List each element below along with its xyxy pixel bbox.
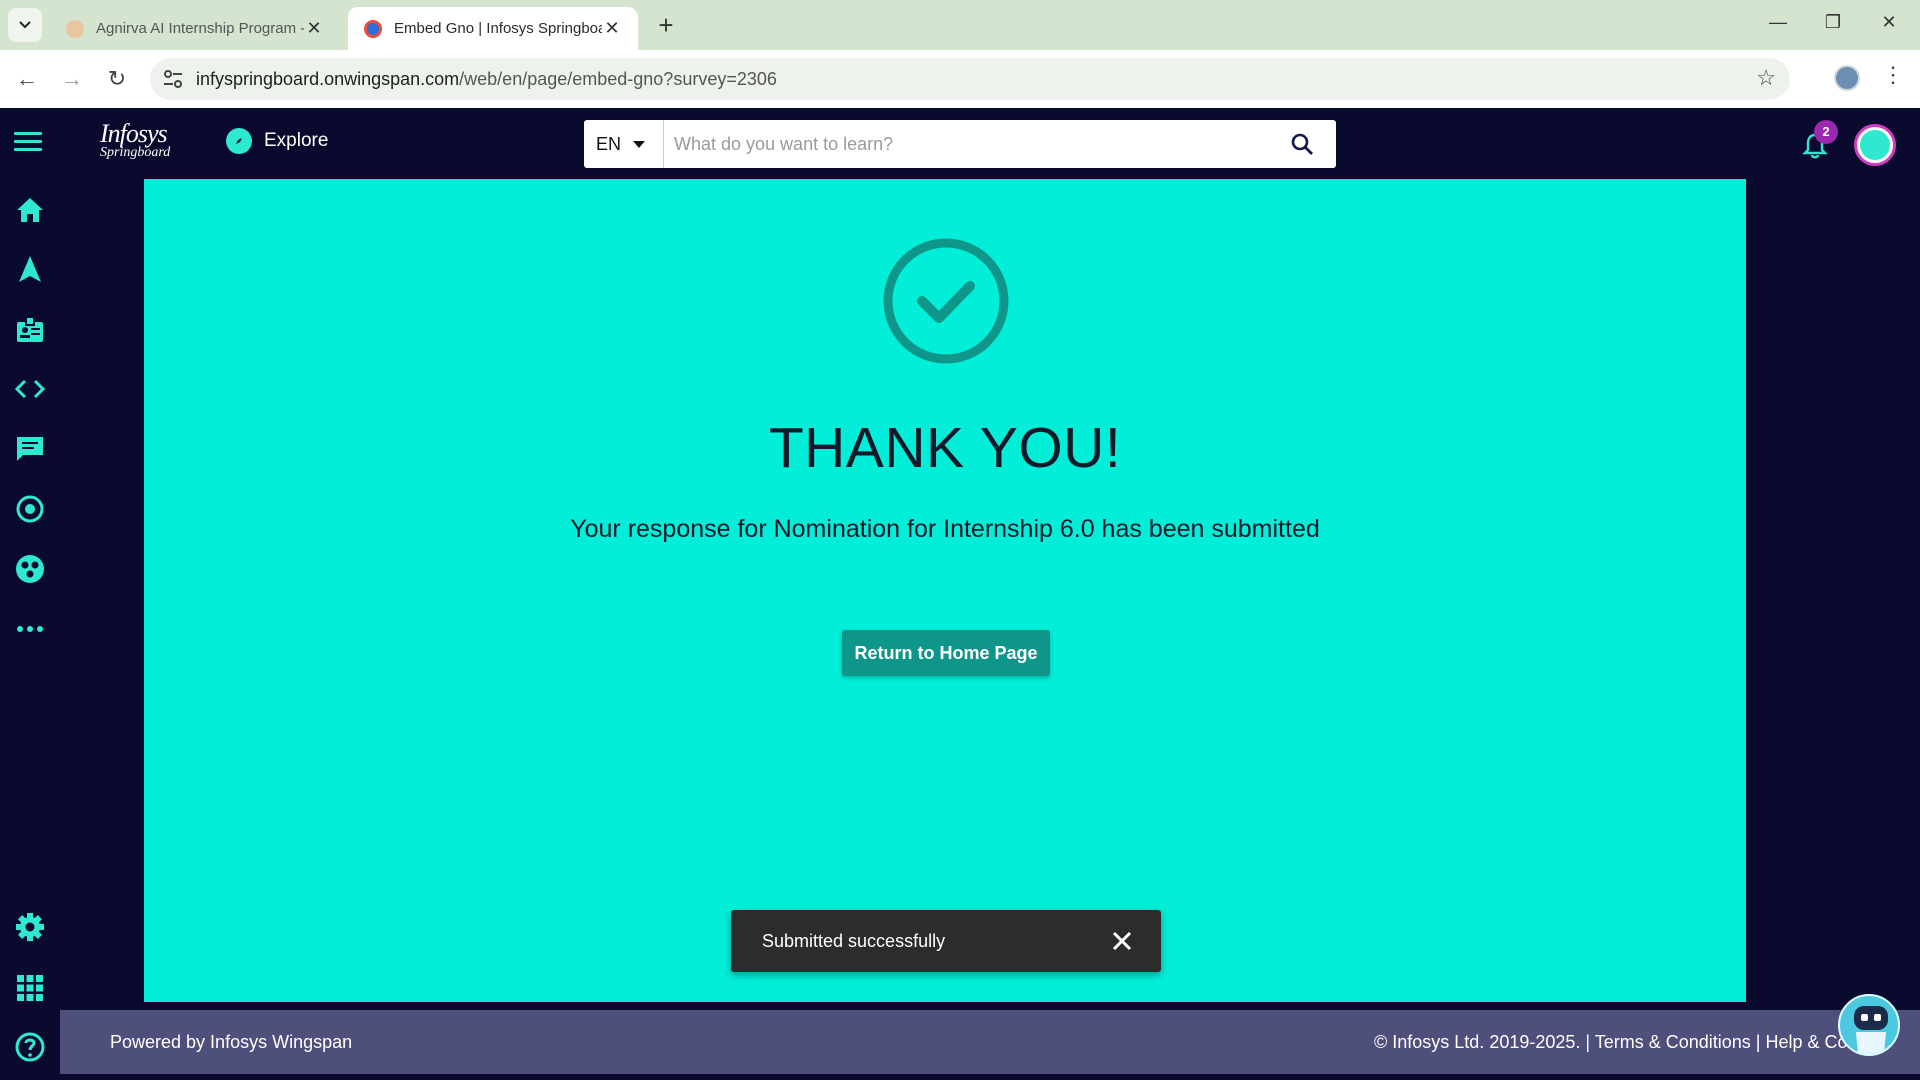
- reload-button[interactable]: ↻: [102, 64, 132, 94]
- url-omnibox[interactable]: infyspringboard.onwingspan.com/web/en/pa…: [150, 58, 1790, 100]
- tab-title: Embed Gno | Infosys Springboa: [394, 20, 602, 37]
- left-sidebar: [0, 178, 60, 1080]
- toast-message: Submitted successfully: [762, 931, 946, 951]
- settings-icon[interactable]: [14, 911, 46, 943]
- chat-icon[interactable]: [14, 433, 46, 465]
- language-select[interactable]: EN: [584, 120, 664, 168]
- restore-window-button[interactable]: ❐: [1818, 12, 1848, 33]
- snackbar-toast: Submitted successfully: [731, 910, 1161, 972]
- new-tab-button[interactable]: +: [652, 10, 680, 41]
- footer: Powered by Infosys Wingspan © Infosys Lt…: [60, 1010, 1920, 1074]
- language-value: EN: [596, 133, 622, 154]
- navigation-icon[interactable]: [14, 253, 46, 285]
- browser-tab-bar: Agnirva AI Internship Program - ✕ Embed …: [0, 0, 1920, 50]
- close-icon[interactable]: [1109, 928, 1135, 954]
- browser-menu-icon[interactable]: ⋮: [1882, 62, 1904, 88]
- url-text: infyspringboard.onwingspan.com/web/en/pa…: [196, 69, 777, 90]
- avatar-image: [1860, 130, 1890, 160]
- community-icon[interactable]: [14, 553, 46, 585]
- main-content: THANK YOU! Your response for Nomination …: [144, 179, 1746, 1002]
- search-bar: EN: [584, 120, 1336, 168]
- back-button[interactable]: ←: [12, 64, 42, 94]
- close-tab-icon[interactable]: ✕: [304, 18, 324, 39]
- minimize-window-button[interactable]: —: [1763, 12, 1793, 33]
- check-circle-icon: [883, 238, 1009, 364]
- apps-grid-icon[interactable]: [14, 972, 46, 1004]
- home-icon[interactable]: [14, 194, 46, 226]
- close-window-button[interactable]: ✕: [1874, 12, 1904, 33]
- compass-icon: [226, 128, 252, 154]
- explore-button[interactable]: Explore: [226, 128, 328, 154]
- site-settings-icon[interactable]: [162, 68, 184, 90]
- chatbot-robot-icon[interactable]: [1838, 994, 1900, 1056]
- target-icon[interactable]: [14, 493, 46, 525]
- code-icon[interactable]: [14, 373, 46, 405]
- forward-button[interactable]: →: [57, 64, 87, 94]
- footer-powered-by: Powered by Infosys Wingspan: [110, 1032, 353, 1052]
- browser-profile-avatar[interactable]: [1834, 65, 1860, 91]
- app-header: Infosys Springboard Explore EN 2: [0, 108, 1920, 178]
- tab-search-dropdown-button[interactable]: [8, 8, 42, 42]
- browser-address-bar: ← → ↻ infyspringboard.onwingspan.com/web…: [0, 50, 1920, 108]
- return-home-button[interactable]: Return to Home Page: [842, 630, 1050, 676]
- chevron-down-icon: [19, 21, 31, 29]
- badge-icon[interactable]: [14, 313, 46, 345]
- help-icon[interactable]: [14, 1031, 46, 1063]
- footer-links[interactable]: © Infosys Ltd. 2019-2025. | Terms & Cond…: [1374, 1032, 1887, 1053]
- user-avatar[interactable]: [1854, 124, 1896, 166]
- infosys-springboard-logo[interactable]: Infosys Springboard: [100, 119, 171, 164]
- url-path: /web/en/page/embed-gno?survey=2306: [459, 69, 777, 89]
- more-icon[interactable]: [14, 613, 46, 645]
- logo-line-1: Infosys: [100, 119, 168, 148]
- explore-label: Explore: [264, 130, 329, 151]
- browser-tab-agnirva[interactable]: Agnirva AI Internship Program - ✕: [50, 7, 340, 50]
- notification-badge: 2: [1814, 120, 1838, 144]
- agnirva-favicon-icon: [66, 19, 84, 38]
- url-host: infyspringboard.onwingspan.com: [196, 69, 460, 89]
- tab-title: Agnirva AI Internship Program -: [96, 20, 304, 37]
- logo-line-2: Springboard: [100, 145, 171, 160]
- search-input[interactable]: [674, 130, 1254, 158]
- hamburger-menu-icon[interactable]: [14, 132, 42, 154]
- bookmark-star-icon[interactable]: ☆: [1756, 65, 1776, 91]
- close-tab-icon[interactable]: ✕: [602, 18, 622, 39]
- browser-tab-embed-gno[interactable]: Embed Gno | Infosys Springboa ✕: [348, 7, 638, 50]
- search-icon[interactable]: [1290, 132, 1314, 156]
- caret-down-icon: [633, 140, 646, 148]
- springboard-favicon-icon: [364, 19, 382, 38]
- submission-message: Your response for Nomination for Interns…: [570, 515, 1320, 543]
- thank-you-heading: THANK YOU!: [768, 416, 1122, 480]
